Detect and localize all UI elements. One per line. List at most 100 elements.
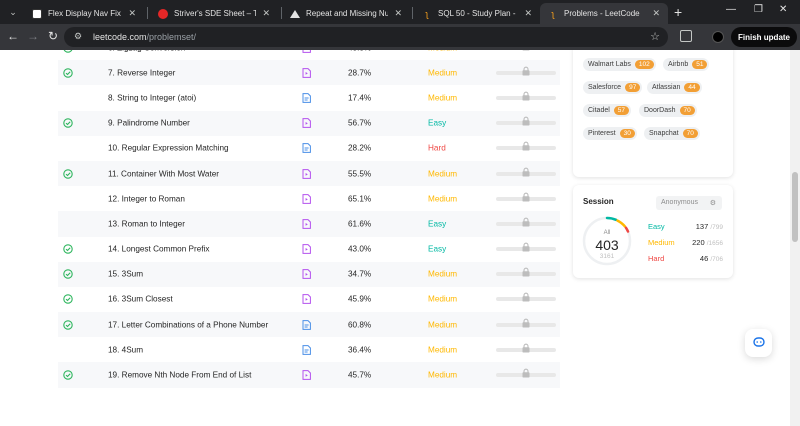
difficulty-label: Medium <box>428 269 458 279</box>
problem-title[interactable]: 10. Regular Expression Matching <box>108 144 229 153</box>
problem-title[interactable]: 7. Reverse Integer <box>108 68 175 77</box>
problem-title[interactable]: 8. String to Integer (atoi) <box>108 93 196 102</box>
problem-row[interactable]: 6. Zigzag Conversion 48.3% Medium <box>58 50 560 60</box>
difficulty-label: Medium <box>428 169 458 179</box>
problem-title[interactable]: 9. Palindrome Number <box>108 119 190 128</box>
gear-icon[interactable]: ⚙ <box>710 199 716 207</box>
reload-icon[interactable]: ↻ <box>45 29 61 43</box>
problem-row[interactable]: 17. Letter Combinations of a Phone Numbe… <box>58 312 560 338</box>
problem-row[interactable]: 13. Roman to Integer 61.6% Easy <box>58 211 560 237</box>
problem-title[interactable]: 11. Container With Most Water <box>108 169 219 178</box>
lock-icon <box>522 293 530 302</box>
company-chip[interactable]: Snapchat 70 <box>644 127 700 140</box>
browser-tab[interactable]: ʅ SQL 50 - Study Plan - LeetC… ✕ <box>414 3 540 24</box>
scrollbar-thumb[interactable] <box>792 172 798 242</box>
article-solution-icon[interactable] <box>302 93 311 103</box>
finish-update-button[interactable]: Finish update <box>731 27 797 47</box>
session-selector[interactable]: Anonymous ⚙ <box>656 196 722 210</box>
video-solution-icon[interactable] <box>302 294 311 305</box>
problem-title[interactable]: 12. Integer to Roman <box>108 194 185 203</box>
problem-row[interactable]: 10. Regular Expression Matching 28.2% Hard <box>58 136 560 161</box>
problem-row[interactable]: 16. 3Sum Closest 45.9% Medium <box>58 287 560 312</box>
problem-title[interactable]: 18. 4Sum <box>108 345 143 354</box>
forward-arrow-icon[interactable]: → <box>25 29 41 43</box>
lock-icon <box>522 192 530 202</box>
solved-check-icon <box>63 50 73 53</box>
video-solution-icon[interactable] <box>302 168 311 179</box>
company-chip[interactable]: DoorDash 70 <box>639 104 697 117</box>
difficulty-label: Easy <box>428 244 447 254</box>
browser-tab[interactable]: Striver's SDE Sheet – Top Co… ✕ <box>150 3 278 24</box>
article-solution-icon[interactable] <box>302 319 311 330</box>
problem-title[interactable]: 6. Zigzag Conversion <box>108 50 185 52</box>
company-chip[interactable]: Citadel 57 <box>583 104 632 117</box>
video-solution-icon[interactable] <box>302 193 311 204</box>
problem-row[interactable]: 19. Remove Nth Node From End of List 45.7… <box>58 362 560 388</box>
article-solution-icon[interactable] <box>302 143 311 154</box>
problem-row[interactable]: 9. Palindrome Number 56.7% Easy <box>58 110 560 136</box>
browser-tab[interactable]: Repeat and Missing Number ✕ <box>282 3 410 24</box>
bookmark-star-icon[interactable]: ☆ <box>650 30 660 43</box>
page-scrollbar[interactable] <box>790 50 800 426</box>
difficulty-label: Easy <box>428 219 447 229</box>
solved-check-icon <box>63 319 73 330</box>
leetcode-favicon-icon: ʅ <box>552 8 554 19</box>
feedback-chat-button[interactable] <box>745 329 772 357</box>
video-solution-icon[interactable] <box>302 118 311 129</box>
solved-check-icon <box>63 244 73 254</box>
video-solution-icon[interactable] <box>302 67 311 78</box>
extensions-icon[interactable] <box>680 30 692 42</box>
tab-search-icon[interactable]: ⌄ <box>4 3 22 21</box>
problem-row[interactable]: 14. Longest Common Prefix 43.0% Easy <box>58 237 560 262</box>
problem-title[interactable]: 16. 3Sum Closest <box>108 295 173 304</box>
close-icon[interactable]: ✕ <box>262 8 270 19</box>
problem-row[interactable]: 7. Reverse Integer 28.7% Medium <box>58 60 560 86</box>
article-solution-icon[interactable] <box>302 344 311 355</box>
problem-title[interactable]: 15. 3Sum <box>108 270 143 279</box>
difficulty-label: Medium <box>428 320 458 330</box>
browser-tab[interactable]: Flex Display Nav Fix ✕ <box>24 3 144 24</box>
company-chip[interactable]: Pinterest 30 <box>583 127 637 140</box>
company-chip[interactable]: Salesforce 97 <box>583 81 643 94</box>
company-chip[interactable]: Atlassian 44 <box>647 81 702 94</box>
problem-title[interactable]: 19. Remove Nth Node From End of List <box>108 371 251 380</box>
favicon-icon <box>290 9 300 19</box>
browser-tab-bar: ⌄ Flex Display Nav Fix ✕ Striver's SDE S… <box>0 0 800 24</box>
problem-title[interactable]: 13. Roman to Integer <box>108 219 185 228</box>
video-solution-icon[interactable] <box>302 244 311 254</box>
back-arrow-icon[interactable]: ← <box>5 29 21 43</box>
problem-title[interactable]: 14. Longest Common Prefix <box>108 245 209 254</box>
video-solution-icon[interactable] <box>302 50 311 53</box>
close-icon[interactable]: ✕ <box>394 8 402 19</box>
new-tab-icon[interactable]: + <box>674 4 682 20</box>
lock-icon <box>522 50 530 51</box>
problem-row[interactable]: 18. 4Sum 36.4% Medium <box>58 337 560 362</box>
browser-tab-active[interactable]: ʅ Problems - LeetCode ✕ <box>540 3 668 24</box>
problem-row[interactable]: 12. Integer to Roman 65.1% Medium <box>58 186 560 211</box>
lock-icon <box>522 368 530 378</box>
difficulty-label: Medium <box>428 68 458 78</box>
window-close-icon[interactable]: ✕ <box>779 4 787 15</box>
problem-title[interactable]: 17. Letter Combinations of a Phone Numbe… <box>108 320 268 329</box>
close-icon[interactable]: ✕ <box>524 8 532 19</box>
url-text[interactable]: leetcode.com/problemset/ <box>93 32 196 42</box>
companies-card: Walmart Labs 102 Airbnb 51 Salesforce 97 At… <box>573 50 733 177</box>
video-solution-icon[interactable] <box>302 269 311 280</box>
address-bar[interactable]: ⚙ leetcode.com/problemset/ ☆ <box>64 27 668 47</box>
video-solution-icon[interactable] <box>302 219 311 229</box>
restore-icon[interactable]: ❐ <box>754 4 763 15</box>
video-solution-icon[interactable] <box>302 370 311 380</box>
problem-row[interactable]: 11. Container With Most Water 55.5% Medium <box>58 160 560 187</box>
close-icon[interactable]: ✕ <box>128 8 136 19</box>
problem-row[interactable]: 8. String to Integer (atoi) 17.4% Medium <box>58 85 560 110</box>
close-icon[interactable]: ✕ <box>652 8 660 19</box>
company-chip[interactable]: Walmart Labs 102 <box>583 58 656 71</box>
minimize-icon[interactable]: — <box>726 4 736 15</box>
problem-row[interactable]: 15. 3Sum 34.7% Medium <box>58 261 560 287</box>
company-chip[interactable]: Airbnb 51 <box>663 58 710 71</box>
profile-avatar[interactable] <box>712 31 724 43</box>
site-info-icon[interactable]: ⚙ <box>74 31 82 42</box>
solved-check-icon <box>63 118 73 128</box>
solved-check-icon <box>63 294 73 305</box>
acceptance-rate: 55.5% <box>348 169 372 179</box>
